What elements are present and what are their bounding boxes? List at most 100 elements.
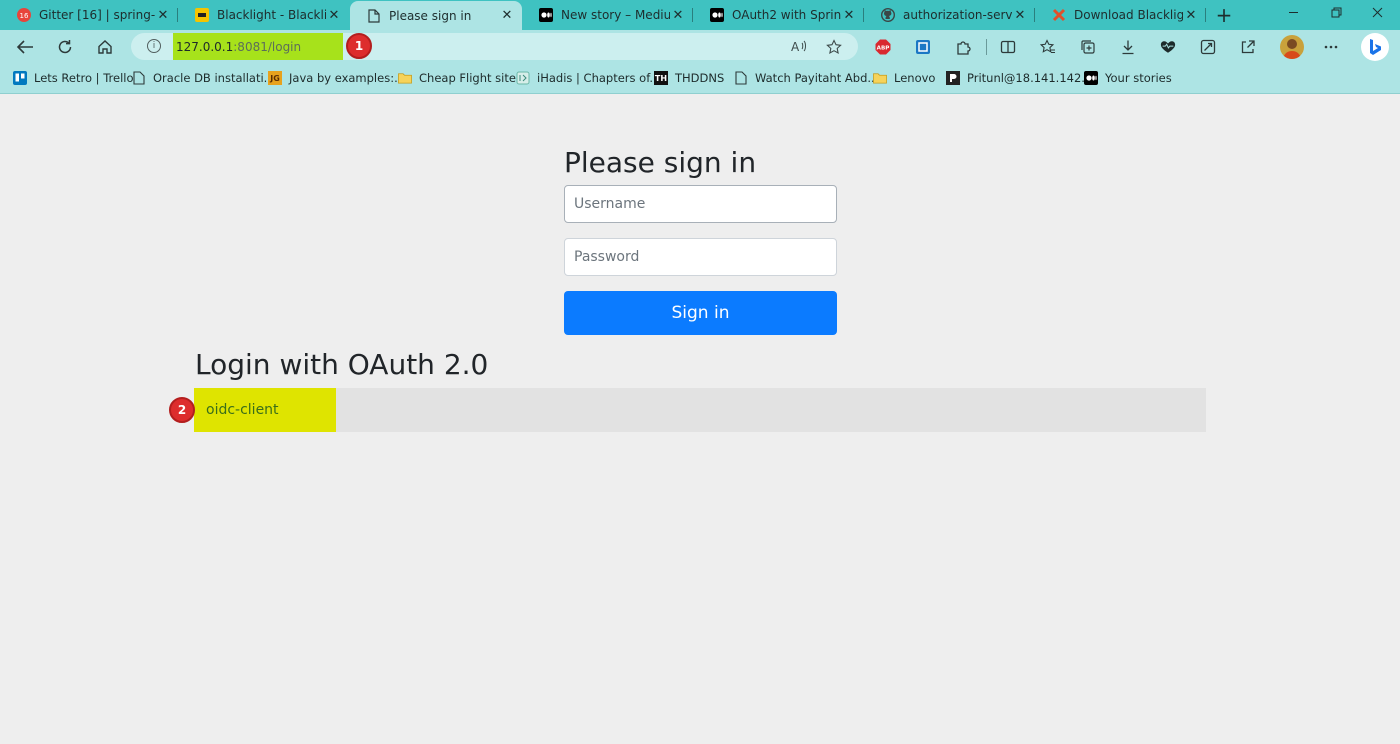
- tab-separator: [1205, 8, 1206, 22]
- annotation-badge-1: 1: [346, 33, 372, 59]
- tab-title: Gitter [16] | spring-secu: [39, 8, 155, 22]
- close-tab-icon[interactable]: ✕: [841, 8, 857, 23]
- bookmark-label: Pritunl@18.141.142...: [967, 71, 1093, 85]
- url-host: 127.0.0.1: [176, 40, 234, 54]
- oauth-client-row: oidc-client: [194, 388, 1206, 432]
- close-window-button[interactable]: [1354, 0, 1400, 30]
- blacklight-icon: [195, 8, 209, 22]
- restore-button[interactable]: [1313, 0, 1359, 30]
- adblock-plus-label: ABP: [877, 45, 890, 51]
- collections-icon[interactable]: [1080, 39, 1096, 55]
- tab-title: New story – Medium: [561, 8, 670, 22]
- browser-essentials-icon[interactable]: [1160, 39, 1176, 55]
- back-button[interactable]: [12, 34, 38, 60]
- bing-copilot-icon[interactable]: [1361, 33, 1389, 61]
- tab-title: Blacklight - Blacklight -: [217, 8, 326, 22]
- more-menu-icon[interactable]: [1323, 39, 1339, 55]
- bookmark-label: Cheap Flight site: [419, 71, 516, 85]
- close-tab-icon[interactable]: ✕: [326, 8, 342, 23]
- downloads-icon[interactable]: [1120, 39, 1136, 55]
- profile-avatar[interactable]: [1280, 35, 1304, 59]
- toolbar-divider: [986, 39, 987, 55]
- new-tab-button[interactable]: +: [1214, 3, 1234, 27]
- bookmark-label: Your stories: [1105, 71, 1172, 85]
- tab-notification-count: 16: [20, 12, 29, 20]
- bookmark-watch-payitaht[interactable]: Watch Payitaht Abd...: [734, 70, 878, 86]
- folder-icon: [873, 71, 887, 85]
- tab-title: authorization-server-de: [903, 8, 1012, 22]
- page-icon: [367, 8, 381, 23]
- favorites-icon[interactable]: [1040, 39, 1056, 55]
- annotation-badge-2: 2: [169, 397, 195, 423]
- screen-capture-icon[interactable]: [1200, 39, 1216, 55]
- home-button[interactable]: [92, 34, 118, 60]
- back-arrow-icon: [16, 40, 33, 54]
- close-tab-icon[interactable]: ✕: [155, 8, 171, 23]
- username-input[interactable]: [564, 185, 837, 223]
- trello-icon: [13, 71, 27, 85]
- split-screen-icon[interactable]: [1000, 39, 1016, 55]
- bookmark-lenovo[interactable]: Lenovo: [873, 70, 935, 86]
- download-site-icon: [1052, 8, 1066, 22]
- page-icon: [132, 71, 146, 85]
- close-tab-icon[interactable]: ✕: [499, 8, 515, 23]
- adblock-plus-icon[interactable]: ABP: [875, 39, 891, 55]
- sign-in-button[interactable]: Sign in: [564, 291, 837, 335]
- bookmark-oracle-db[interactable]: Oracle DB installati...: [132, 70, 275, 86]
- close-tab-icon[interactable]: ✕: [670, 8, 686, 23]
- thddns-icon: TH: [654, 71, 668, 85]
- tab-title: Download Blacklight.20: [1074, 8, 1183, 22]
- read-aloud-icon[interactable]: A: [791, 39, 807, 57]
- svg-text:A: A: [791, 40, 800, 53]
- tab-please-sign-in[interactable]: Please sign in ✕: [350, 1, 522, 30]
- bookmark-ihadis[interactable]: iHadis | Chapters of...: [516, 70, 660, 86]
- bookmark-your-stories[interactable]: Your stories: [1084, 70, 1172, 86]
- medium-icon: [710, 8, 724, 22]
- medium-icon: [539, 8, 553, 22]
- minimize-button[interactable]: [1270, 0, 1316, 30]
- bookmark-lets-retro[interactable]: Lets Retro | Trello: [13, 70, 134, 86]
- close-tab-icon[interactable]: ✕: [1012, 8, 1028, 23]
- close-tab-icon[interactable]: ✕: [1183, 8, 1199, 23]
- tab-title: Please sign in: [389, 8, 472, 23]
- bookmark-label: Lets Retro | Trello: [34, 71, 134, 85]
- oauth-heading: Login with OAuth 2.0: [195, 348, 489, 381]
- url-path: :8081/login: [233, 40, 302, 54]
- bookmark-thddns[interactable]: TH THDDNS: [654, 70, 724, 86]
- share-icon[interactable]: [1240, 39, 1256, 55]
- home-icon: [98, 40, 112, 54]
- favorites-bar: Lets Retro | Trello Oracle DB installati…: [0, 63, 1400, 94]
- bookmark-label: Lenovo: [894, 71, 936, 85]
- page-icon: [734, 71, 748, 85]
- address-bar[interactable]: i 127.0.0.1:8081/login A: [131, 33, 858, 60]
- password-input[interactable]: [564, 238, 837, 276]
- tab-title: OAuth2 with Spring —: [732, 8, 841, 22]
- site-info-icon[interactable]: i: [147, 39, 161, 53]
- tab-gitter[interactable]: 16 Gitter [16] | spring-secu ✕: [0, 0, 178, 30]
- tab-blacklight[interactable]: Blacklight - Blacklight - ✕: [178, 0, 349, 30]
- screenshot-extension-icon[interactable]: [915, 39, 931, 55]
- close-window-icon: [1372, 7, 1382, 18]
- restore-icon: [1331, 7, 1341, 18]
- tab-medium-new-story[interactable]: New story – Medium ✕: [522, 0, 693, 30]
- url-text[interactable]: 127.0.0.1:8081/login: [176, 40, 301, 54]
- tab-strip: 16 Gitter [16] | spring-secu ✕ Blackligh…: [0, 0, 1400, 30]
- ihadis-icon: [516, 71, 530, 85]
- tab-authorization-server[interactable]: authorization-server-de ✕: [864, 0, 1035, 30]
- extensions-puzzle-icon[interactable]: [955, 39, 971, 55]
- reload-icon: [58, 40, 72, 54]
- reload-button[interactable]: [52, 34, 78, 60]
- bookmark-cheap-flight[interactable]: Cheap Flight site: [398, 70, 516, 86]
- bookmark-label: THDDNS: [675, 71, 725, 85]
- favorite-star-icon[interactable]: [826, 39, 842, 59]
- page-title: Please sign in: [564, 146, 757, 179]
- bookmark-pritunl[interactable]: Pritunl@18.141.142...: [946, 70, 1092, 86]
- bookmark-java-examples[interactable]: JG Java by examples:...: [268, 70, 405, 86]
- tab-oauth2-spring[interactable]: OAuth2 with Spring — ✕: [693, 0, 864, 30]
- signin-form: Please sign in Sign in: [564, 144, 837, 335]
- tab-download-blacklight[interactable]: Download Blacklight.20 ✕: [1035, 0, 1206, 30]
- browser-toolbar: i 127.0.0.1:8081/login A 1 ABP: [0, 30, 1400, 63]
- folder-icon: [398, 71, 412, 85]
- bookmark-label: Oracle DB installati...: [153, 71, 275, 85]
- oidc-client-link[interactable]: oidc-client: [206, 402, 279, 418]
